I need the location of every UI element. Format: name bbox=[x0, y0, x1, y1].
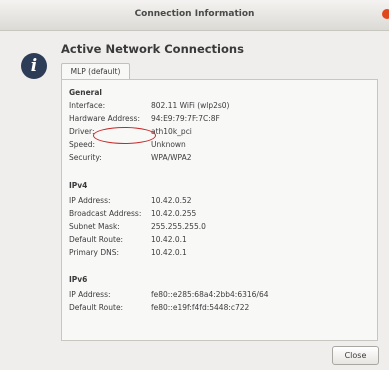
connection-info-dialog: Connection Information i Active Network … bbox=[0, 0, 389, 370]
detail-row: Broadcast Address: 10.42.0.255 bbox=[69, 208, 369, 219]
connection-details-panel: General Interface: 802.11 WiFi (wlp2s0) … bbox=[61, 79, 378, 341]
detail-value: fe80::e19f:f4fd:5448:c722 bbox=[151, 303, 250, 312]
detail-row: Primary DNS: 10.42.0.1 bbox=[69, 247, 369, 258]
detail-row: Default Route: 10.42.0.1 bbox=[69, 234, 369, 245]
section-ipv6-title: IPv6 bbox=[69, 275, 88, 284]
detail-row: Interface: 802.11 WiFi (wlp2s0) bbox=[69, 100, 369, 111]
detail-value: WPA/WPA2 bbox=[151, 153, 192, 162]
detail-value: 802.11 WiFi (wlp2s0) bbox=[151, 101, 230, 110]
detail-key: IP Address: bbox=[69, 290, 111, 299]
detail-value: 255.255.255.0 bbox=[151, 222, 206, 231]
detail-key: Default Route: bbox=[69, 235, 124, 244]
page-title: Active Network Connections bbox=[61, 42, 244, 56]
detail-row: Subnet Mask: 255.255.255.0 bbox=[69, 221, 369, 232]
detail-row: IP Address: 10.42.0.52 bbox=[69, 195, 369, 206]
detail-value: 10.42.0.1 bbox=[151, 235, 187, 244]
detail-value: 10.42.0.255 bbox=[151, 209, 197, 218]
section-general-title: General bbox=[69, 88, 102, 97]
detail-value: 10.42.0.1 bbox=[151, 248, 187, 257]
detail-key: Speed: bbox=[69, 140, 96, 149]
detail-value: 10.42.0.52 bbox=[151, 196, 192, 205]
detail-row: Default Route: fe80::e19f:f4fd:5448:c722 bbox=[69, 302, 369, 313]
detail-row: Security: WPA/WPA2 bbox=[69, 152, 369, 163]
detail-value: fe80::e285:68a4:2bb4:6316/64 bbox=[151, 290, 269, 299]
titlebar: Connection Information bbox=[0, 0, 389, 31]
window-close-icon[interactable] bbox=[382, 9, 389, 19]
detail-key: Driver: bbox=[69, 127, 95, 136]
info-icon: i bbox=[21, 53, 47, 79]
detail-value: 94:E9:79:7F:7C:8F bbox=[151, 114, 220, 123]
section-ipv4-title: IPv4 bbox=[69, 181, 88, 190]
detail-value: Unknown bbox=[151, 140, 186, 149]
detail-row: IP Address: fe80::e285:68a4:2bb4:6316/64 bbox=[69, 289, 369, 300]
detail-row: Hardware Address: 94:E9:79:7F:7C:8F bbox=[69, 113, 369, 124]
window-title: Connection Information bbox=[134, 9, 255, 19]
detail-key: Subnet Mask: bbox=[69, 222, 120, 231]
detail-key: Interface: bbox=[69, 101, 106, 110]
detail-key: IP Address: bbox=[69, 196, 111, 205]
tab-mlp-default[interactable]: MLP (default) bbox=[61, 63, 130, 79]
close-button[interactable]: Close bbox=[332, 346, 379, 365]
detail-value: ath10k_pci bbox=[151, 127, 192, 136]
ip-address-highlight-ring bbox=[93, 127, 156, 144]
detail-key: Primary DNS: bbox=[69, 248, 120, 257]
detail-key: Default Route: bbox=[69, 303, 124, 312]
detail-key: Hardware Address: bbox=[69, 114, 140, 123]
detail-key: Broadcast Address: bbox=[69, 209, 142, 218]
detail-key: Security: bbox=[69, 153, 102, 162]
